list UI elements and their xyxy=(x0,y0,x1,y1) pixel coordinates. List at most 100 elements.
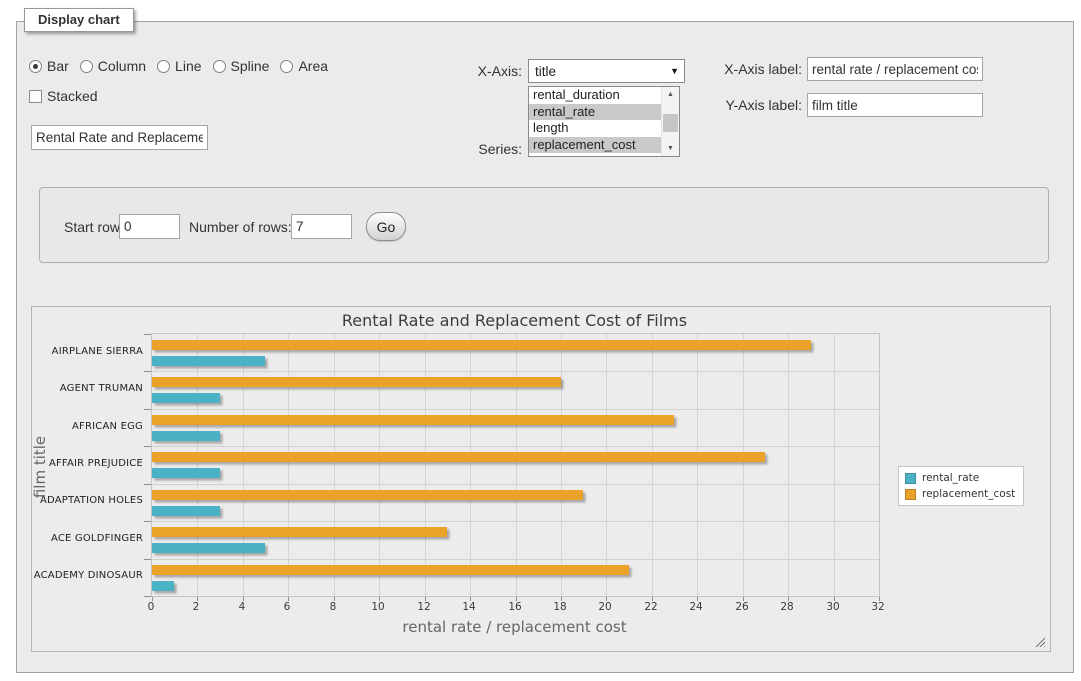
plot-area xyxy=(151,333,880,597)
radio-label: Line xyxy=(175,58,201,74)
gridline xyxy=(743,334,744,596)
bar-replacement_cost-2 xyxy=(152,415,674,425)
gridline xyxy=(516,334,517,596)
radio-icon xyxy=(80,60,93,73)
series-option-rental_rate[interactable]: rental_rate xyxy=(529,104,664,121)
gridline xyxy=(652,334,653,596)
legend-swatch-rental_rate xyxy=(905,473,916,484)
x-tick-label: 28 xyxy=(772,601,802,613)
x-tick-label: 24 xyxy=(681,601,711,613)
band-separator xyxy=(152,521,879,522)
series-select-label: Series: xyxy=(412,141,522,157)
x-tick-label: 20 xyxy=(590,601,620,613)
category-label: ACE GOLDFINGER xyxy=(32,533,143,544)
chart-legend: rental_rate replacement_cost xyxy=(898,466,1024,506)
row-range-panel: Start row: Number of rows: Go xyxy=(39,187,1049,263)
bar-rental_rate-0 xyxy=(152,356,265,366)
series-multiselect: rental_durationrental_ratelengthreplacem… xyxy=(528,86,680,157)
chart-title-input[interactable] xyxy=(31,125,208,150)
chart-resize-handle-icon[interactable] xyxy=(1035,637,1045,647)
legend-label: replacement_cost xyxy=(922,488,1015,500)
x-tick-label: 10 xyxy=(363,601,393,613)
x-tick-label: 22 xyxy=(636,601,666,613)
gridline xyxy=(697,334,698,596)
legend-item: replacement_cost xyxy=(905,488,1015,500)
bar-rental_rate-2 xyxy=(152,431,220,441)
radio-option-column[interactable]: Column xyxy=(80,58,146,74)
chart-panel: Rental Rate and Replacement Cost of Film… xyxy=(31,306,1051,652)
gridline xyxy=(606,334,607,596)
x-axis-select-value: title xyxy=(535,64,556,79)
bar-rental_rate-5 xyxy=(152,543,265,553)
chart-title: Rental Rate and Replacement Cost of Film… xyxy=(151,311,878,330)
x-axis-label-input[interactable] xyxy=(807,57,983,81)
legend-item: rental_rate xyxy=(905,472,1015,484)
x-axis-select-label: X-Axis: xyxy=(412,63,522,79)
x-tick-label: 30 xyxy=(818,601,848,613)
gridline xyxy=(834,334,835,596)
y-axis-tick xyxy=(144,596,151,597)
bar-replacement_cost-6 xyxy=(152,565,629,575)
scrollbar-thumb[interactable] xyxy=(663,114,678,132)
y-axis-label-input[interactable] xyxy=(807,93,983,117)
bar-rental_rate-3 xyxy=(152,468,220,478)
radio-icon xyxy=(213,60,226,73)
checkbox-icon xyxy=(29,90,42,103)
y-axis-tick xyxy=(144,484,151,485)
radio-icon xyxy=(29,60,42,73)
bar-rental_rate-6 xyxy=(152,581,174,591)
y-axis-tick xyxy=(144,446,151,447)
x-tick-label: 12 xyxy=(409,601,439,613)
x-tick-label: 26 xyxy=(727,601,757,613)
go-button[interactable]: Go xyxy=(366,212,406,241)
y-axis-tick xyxy=(144,371,151,372)
x-tick-label: 32 xyxy=(863,601,893,613)
radio-icon xyxy=(280,60,293,73)
gridline xyxy=(243,334,244,596)
x-tick-label: 16 xyxy=(500,601,530,613)
x-axis-label-field-label: X-Axis label: xyxy=(667,61,802,77)
radio-option-bar[interactable]: Bar xyxy=(29,58,69,74)
bar-replacement_cost-0 xyxy=(152,340,811,350)
page: Display chart BarColumnLineSplineArea St… xyxy=(0,0,1081,681)
series-options: rental_durationrental_ratelengthreplacem… xyxy=(529,87,679,153)
start-row-input[interactable] xyxy=(119,214,180,239)
gridline xyxy=(788,334,789,596)
x-axis-select[interactable]: title ▼ xyxy=(528,59,685,83)
radio-option-area[interactable]: Area xyxy=(280,58,328,74)
number-of-rows-input[interactable] xyxy=(291,214,352,239)
x-tick-label: 18 xyxy=(545,601,575,613)
gridline xyxy=(425,334,426,596)
legend-label: rental_rate xyxy=(922,472,979,484)
radio-label: Bar xyxy=(47,58,69,74)
gridline xyxy=(379,334,380,596)
band-separator xyxy=(152,371,879,372)
x-tick-label: 0 xyxy=(136,601,166,613)
bar-rental_rate-4 xyxy=(152,506,220,516)
series-option-length[interactable]: length xyxy=(529,120,664,137)
category-label: ACADEMY DINOSAUR xyxy=(32,570,143,581)
y-axis-tick xyxy=(144,559,151,560)
radio-option-spline[interactable]: Spline xyxy=(213,58,270,74)
x-tick-label: 14 xyxy=(454,601,484,613)
x-tick-label: 6 xyxy=(272,601,302,613)
radio-label: Area xyxy=(298,58,328,74)
radio-icon xyxy=(157,60,170,73)
start-row-label: Start row: xyxy=(64,219,124,235)
y-axis-title: film title xyxy=(31,402,49,532)
radio-option-line[interactable]: Line xyxy=(157,58,201,74)
y-axis-tick xyxy=(144,521,151,522)
x-tick-label: 8 xyxy=(318,601,348,613)
category-label: AIRPLANE SIERRA xyxy=(32,346,143,357)
legend-swatch-replacement_cost xyxy=(905,489,916,500)
bar-replacement_cost-3 xyxy=(152,452,765,462)
series-option-replacement_cost[interactable]: replacement_cost xyxy=(529,137,664,154)
band-separator xyxy=(152,484,879,485)
x-tick-label: 2 xyxy=(181,601,211,613)
scroll-down-icon[interactable]: ▼ xyxy=(662,141,679,156)
x-axis-title: rental rate / replacement cost xyxy=(151,618,878,636)
gridline xyxy=(334,334,335,596)
stacked-checkbox-option[interactable]: Stacked xyxy=(29,88,98,104)
gridline xyxy=(470,334,471,596)
series-option-rental_duration[interactable]: rental_duration xyxy=(529,87,664,104)
